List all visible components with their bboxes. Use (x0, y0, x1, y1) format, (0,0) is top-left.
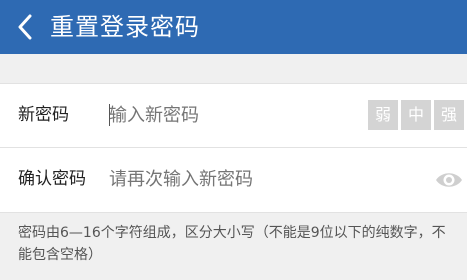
text-cursor (109, 104, 110, 126)
page-title: 重置登录密码 (50, 13, 200, 41)
confirm-password-row: 确认密码 (0, 148, 467, 211)
strength-strong-indicator: 强 (434, 100, 464, 130)
password-rules-hint: 密码由6—16个字符组成，区分大小写（不能是9位以下的纯数字，不能包含空格） (18, 225, 446, 263)
new-password-input[interactable] (109, 84, 359, 147)
back-button[interactable] (10, 9, 40, 45)
password-form: 新密码 弱 中 强 确认密码 (0, 83, 467, 213)
chevron-left-icon (18, 14, 32, 40)
eye-icon (436, 173, 462, 187)
show-password-toggle[interactable] (434, 167, 464, 193)
confirm-password-input[interactable] (109, 148, 419, 211)
strength-weak-indicator: 弱 (368, 100, 398, 130)
new-password-row: 新密码 弱 中 强 (0, 84, 467, 147)
confirm-password-label: 确认密码 (18, 169, 86, 189)
strength-medium-indicator: 中 (401, 100, 431, 130)
app-header: 重置登录密码 (0, 0, 467, 54)
new-password-label: 新密码 (18, 105, 69, 125)
